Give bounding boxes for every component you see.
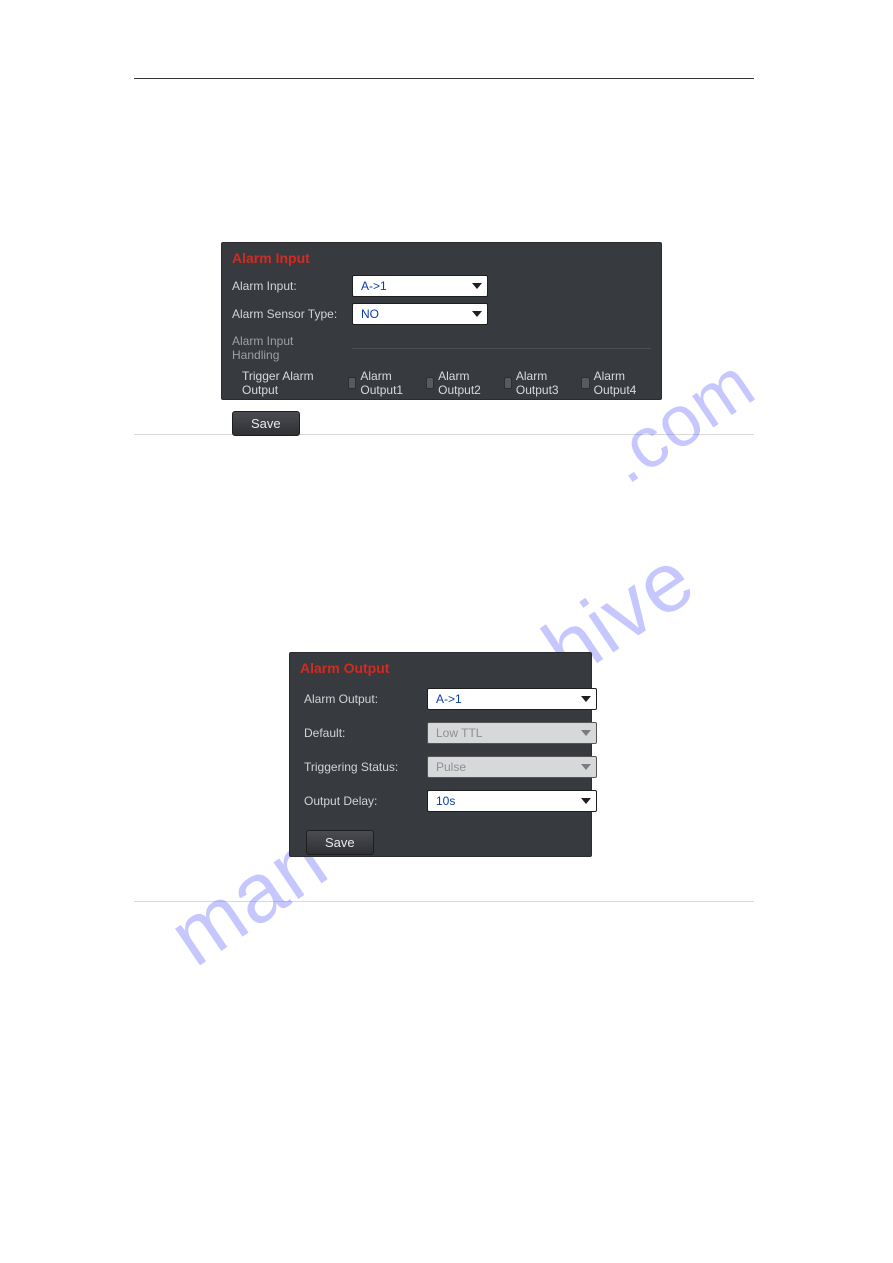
default-label: Default: xyxy=(304,726,417,740)
alarm-input-title: Alarm Input xyxy=(222,243,661,272)
alarm-input-select[interactable]: A->1 xyxy=(352,275,488,297)
alarm-output-1-checkbox[interactable]: Alarm Output1 xyxy=(348,369,410,397)
alarm-output-label: Alarm Output: xyxy=(304,692,417,706)
save-button[interactable]: Save xyxy=(232,411,300,436)
alarm-input-label: Alarm Input: xyxy=(232,279,342,293)
chevron-down-icon xyxy=(581,764,591,770)
output-delay-select[interactable]: 10s xyxy=(427,790,597,812)
alarm-output-4-label: Alarm Output4 xyxy=(594,369,643,397)
checkbox-icon xyxy=(348,377,356,389)
chevron-down-icon xyxy=(581,730,591,736)
output-delay-label: Output Delay: xyxy=(304,794,417,808)
output-delay-value: 10s xyxy=(436,794,455,808)
save-button[interactable]: Save xyxy=(306,830,374,855)
checkbox-icon xyxy=(504,377,512,389)
checkbox-icon xyxy=(426,377,434,389)
chevron-down-icon xyxy=(581,696,591,702)
section-divider-2 xyxy=(134,901,754,902)
chevron-down-icon xyxy=(472,311,482,317)
sensor-type-select[interactable]: NO xyxy=(352,303,488,325)
triggering-status-select: Pulse xyxy=(427,756,597,778)
alarm-input-handling-label: Alarm Input Handling xyxy=(232,334,342,362)
alarm-output-4-checkbox[interactable]: Alarm Output4 xyxy=(581,369,643,397)
alarm-output-select[interactable]: A->1 xyxy=(427,688,597,710)
alarm-output-1-label: Alarm Output1 xyxy=(360,369,409,397)
sensor-type-value: NO xyxy=(361,307,379,321)
page-rule-top xyxy=(134,78,754,79)
sensor-type-label: Alarm Sensor Type: xyxy=(232,307,342,321)
alarm-output-2-checkbox[interactable]: Alarm Output2 xyxy=(426,369,488,397)
trigger-output-label: Trigger Alarm Output xyxy=(232,369,342,397)
alarm-output-3-checkbox[interactable]: Alarm Output3 xyxy=(504,369,566,397)
alarm-output-panel: Alarm Output Alarm Output: A->1 Default:… xyxy=(289,652,592,857)
default-select: Low TTL xyxy=(427,722,597,744)
triggering-status-value: Pulse xyxy=(436,760,466,774)
chevron-down-icon xyxy=(581,798,591,804)
alarm-output-2-label: Alarm Output2 xyxy=(438,369,487,397)
alarm-output-3-label: Alarm Output3 xyxy=(516,369,565,397)
chevron-down-icon xyxy=(472,283,482,289)
triggering-status-label: Triggering Status: xyxy=(304,760,417,774)
alarm-output-title: Alarm Output xyxy=(290,653,591,682)
default-value: Low TTL xyxy=(436,726,482,740)
alarm-input-value: A->1 xyxy=(361,279,387,293)
alarm-input-panel: Alarm Input Alarm Input: A->1 Alarm Sens… xyxy=(221,242,662,400)
checkbox-icon xyxy=(581,377,589,389)
alarm-output-value: A->1 xyxy=(436,692,462,706)
